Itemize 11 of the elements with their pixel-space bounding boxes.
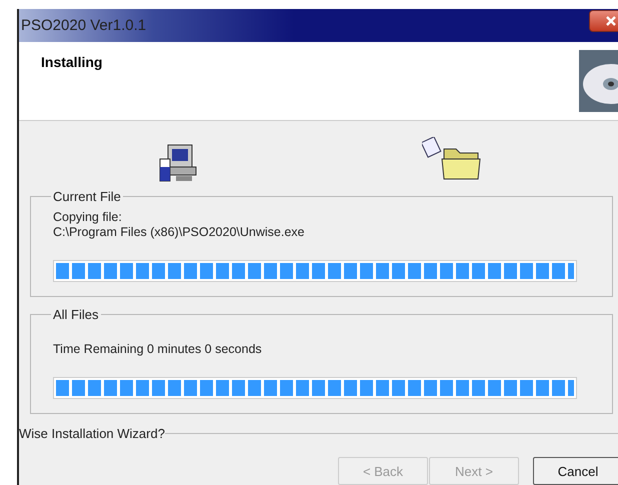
status-text: C:\Program Files (x86)\PSO2020\Unwise.exe — [53, 225, 306, 240]
header-title: Installing — [41, 54, 102, 70]
wizard-button[interactable]: Cancel — [533, 457, 618, 485]
close-icon — [606, 16, 616, 26]
footer-label: Wise Installation Wizard? — [19, 426, 165, 441]
group-title: All Files — [52, 307, 100, 322]
status-text: Time Remaining 0 minutes 0 seconds — [53, 342, 263, 357]
computer-icon — [158, 143, 198, 183]
group-title: Current File — [52, 189, 122, 204]
window-title: PSO2020 Ver1.0.1 — [20, 17, 146, 34]
status-text: Copying file: — [53, 210, 123, 225]
